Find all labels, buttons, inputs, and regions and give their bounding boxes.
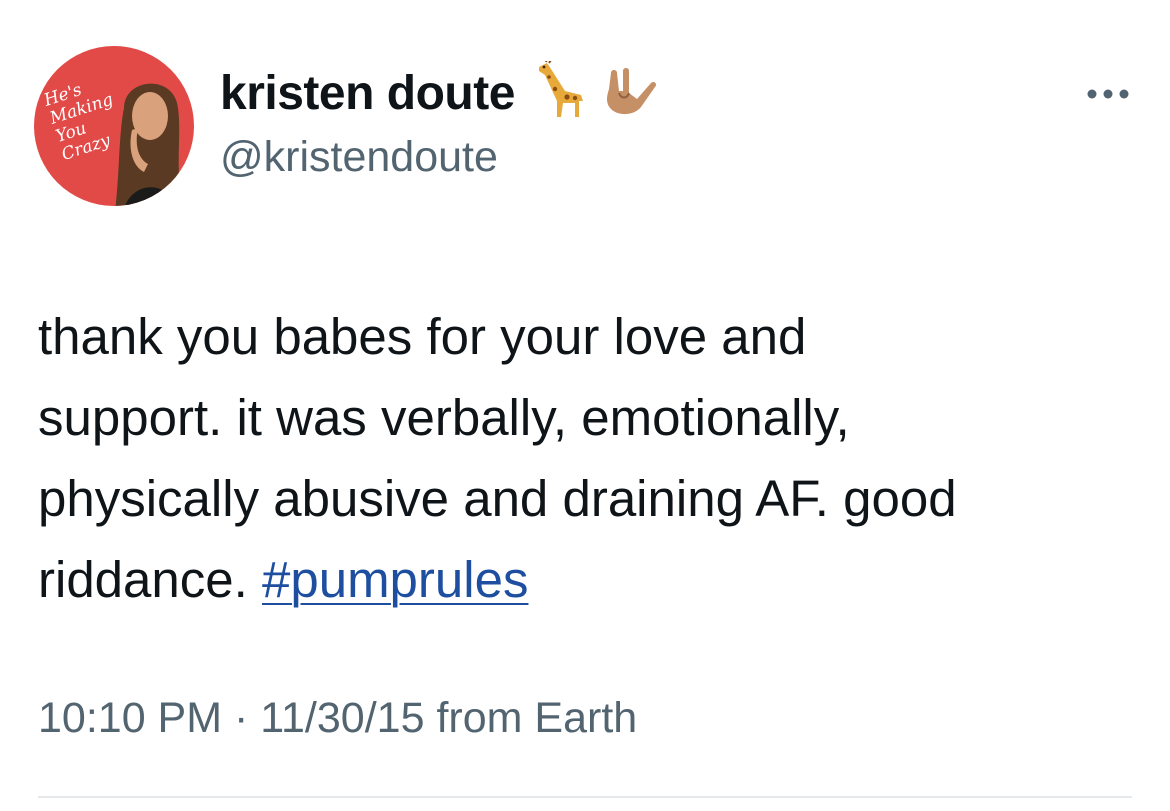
- love-you-hand-icon: [597, 63, 657, 124]
- avatar-portrait: [115, 83, 182, 206]
- tweet-date[interactable]: 11/30/15: [260, 694, 424, 742]
- tweet-source: from Earth: [436, 694, 638, 742]
- meta-separator: ·: [234, 694, 249, 742]
- author-display-name[interactable]: kristen doute: [220, 66, 515, 121]
- tweet-line: thank you babes for your love and: [38, 308, 807, 365]
- divider: [38, 796, 1132, 798]
- author-handle[interactable]: @kristendoute: [220, 133, 498, 182]
- tweet-body: thank you babes for your love and suppor…: [38, 296, 1138, 620]
- author-name-row: kristen doute: [220, 58, 657, 126]
- avatar[interactable]: He's Making You Crazy: [34, 46, 194, 206]
- tweet-meta: 10:10 PM · 11/30/15 from Earth: [38, 694, 637, 743]
- giraffe-icon: [535, 58, 587, 126]
- tweet-time[interactable]: 10:10 PM: [38, 694, 222, 742]
- tweet-card: He's Making You Crazy kristen doute @kri…: [0, 0, 1170, 811]
- hashtag-link[interactable]: #pumprules: [262, 551, 528, 608]
- more-options-icon[interactable]: [1080, 74, 1136, 114]
- tweet-line: riddance.: [38, 551, 262, 608]
- tweet-line: physically abusive and draining AF. good: [38, 470, 957, 527]
- tweet-line: support. it was verbally, emotionally,: [38, 389, 850, 446]
